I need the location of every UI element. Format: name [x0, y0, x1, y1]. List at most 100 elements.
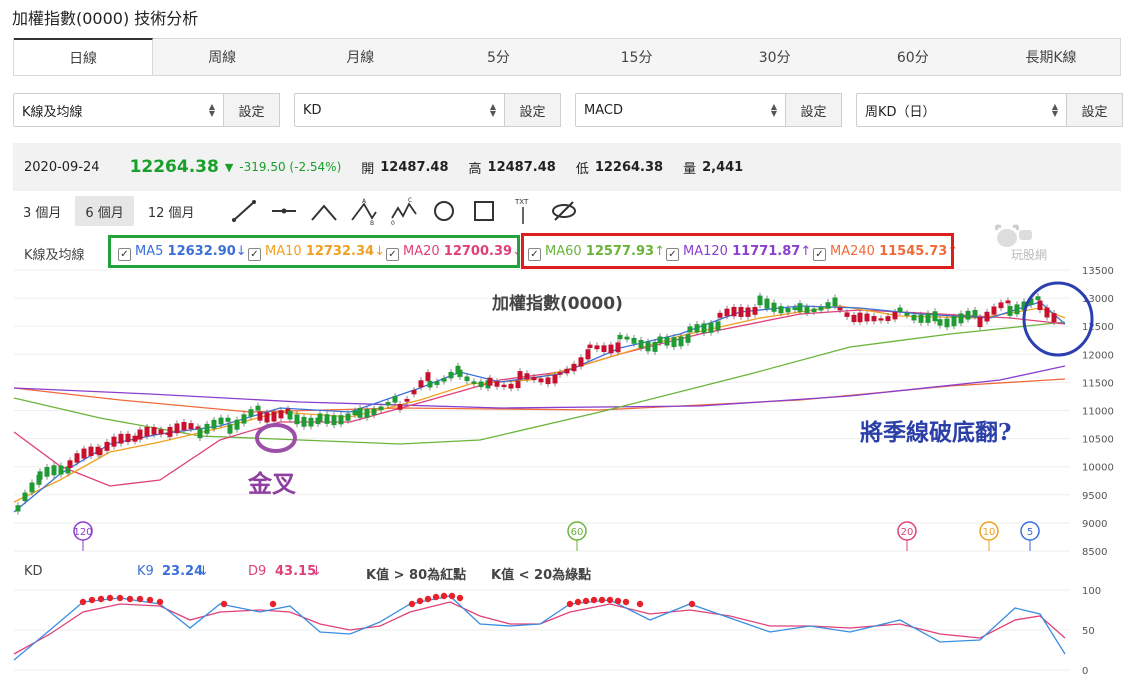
candle-body — [965, 310, 971, 320]
kd-red-dot — [156, 598, 164, 606]
tab-5min[interactable]: 5分 — [429, 39, 567, 75]
candle-body — [404, 398, 410, 402]
y-tick-label: 10000 — [1082, 463, 1114, 474]
candle-body — [308, 417, 314, 427]
candle-body — [158, 429, 164, 435]
candle-body — [441, 378, 447, 382]
down-arrow-icon: ▼ — [224, 160, 234, 174]
tab-60min[interactable]: 60分 — [844, 39, 982, 75]
settings-button-3[interactable]: 設定 — [786, 93, 842, 127]
candle-body — [167, 426, 173, 437]
y-tick-label: 12000 — [1082, 350, 1114, 361]
range-3m-button[interactable]: 3 個月 — [13, 196, 71, 226]
ma-marker-label: 10 — [983, 527, 996, 538]
angle-tool-icon[interactable] — [310, 196, 338, 226]
candle-body — [738, 306, 744, 317]
quote-info-bar: 2020-09-24 12264.38 ▼ -319.50 (-2.54%) 開… — [13, 143, 1121, 191]
candle-body — [645, 341, 651, 352]
candle-body — [904, 312, 910, 316]
low-value: 12264.38 — [594, 159, 664, 175]
candle-body — [911, 314, 917, 321]
line-tool-icon[interactable] — [230, 196, 258, 226]
candle-body — [29, 482, 35, 493]
tab-long-term[interactable]: 長期K線 — [982, 39, 1120, 75]
y-tick-label: 13500 — [1082, 266, 1114, 277]
kd-chart[interactable]: 100 50 0 — [0, 582, 1147, 687]
candle-body — [411, 389, 417, 395]
candle-body — [687, 326, 693, 333]
candle-body — [324, 414, 330, 424]
candle-body — [991, 306, 997, 315]
kd-rule-low: K值 < 20為綠點 — [491, 568, 592, 583]
candle-body — [487, 377, 493, 386]
candle-body — [545, 377, 551, 385]
candle-body — [294, 414, 300, 425]
candle-body — [717, 312, 723, 318]
kd-red-dot — [116, 594, 124, 602]
hide-icon[interactable] — [550, 196, 578, 226]
candle-body — [204, 423, 210, 434]
indicator-select-4[interactable]: 周KD（日） ▲ ▼ — [856, 93, 1067, 127]
candle-body — [977, 317, 983, 328]
candle-body — [132, 435, 138, 442]
tab-daily[interactable]: 日線 — [14, 38, 154, 75]
circle-tool-icon[interactable] — [430, 196, 458, 226]
candle-body — [448, 371, 454, 379]
candle-body — [731, 306, 737, 317]
candle-body — [331, 415, 337, 426]
tab-15min[interactable]: 15分 — [568, 39, 706, 75]
candle-body — [517, 371, 523, 380]
select-value: KD — [303, 102, 322, 118]
horizontal-line-icon[interactable] — [270, 196, 298, 226]
tab-monthly[interactable]: 月線 — [291, 39, 429, 75]
kd-red-dot — [424, 595, 432, 603]
abcd-pattern-icon[interactable]: 0C — [390, 196, 418, 226]
range-buttons: 3 個月 6 個月 12 個月 — [13, 196, 209, 226]
select-caret-icon: ▲ ▼ — [489, 102, 496, 118]
candle-body — [508, 383, 514, 389]
range-12m-button[interactable]: 12 個月 — [138, 196, 205, 226]
candle-body — [878, 318, 884, 321]
kd-red-dot — [614, 597, 622, 605]
kd-red-dot — [440, 592, 448, 600]
candle-body — [271, 411, 277, 422]
selector-group-3: MACD ▲ ▼ 設定 — [575, 93, 842, 127]
candle-body — [211, 419, 217, 429]
quote-price: 12264.38 — [129, 157, 219, 177]
kd-red-dot — [106, 594, 114, 602]
period-tabs: 日線 周線 月線 5分 15分 30分 60分 長期K線 — [13, 38, 1121, 76]
price-chart[interactable]: 1350013000125001200011500110001050010000… — [0, 262, 1147, 562]
indicator-select-1[interactable]: K線及均線 ▲ ▼ — [13, 93, 224, 127]
candle-body — [837, 307, 843, 311]
candle-body — [174, 423, 180, 434]
rectangle-tool-icon[interactable] — [470, 196, 498, 226]
candle-body — [97, 448, 103, 456]
open-value: 12487.48 — [380, 159, 449, 175]
indicator-select-2[interactable]: KD ▲ ▼ — [294, 93, 505, 127]
svg-text:B: B — [370, 220, 374, 226]
candle-body — [397, 404, 403, 410]
ma-legend-label: K線及均線 — [24, 248, 85, 263]
range-6m-button[interactable]: 6 個月 — [75, 196, 134, 226]
candle-body — [764, 298, 770, 309]
y-tick-label: 8500 — [1082, 547, 1107, 558]
k9-arrow: ↓ — [198, 564, 209, 579]
y-tick-label: 11500 — [1082, 378, 1114, 389]
candle-body — [664, 336, 670, 346]
tab-weekly[interactable]: 周線 — [153, 39, 291, 75]
settings-button-1[interactable]: 設定 — [224, 93, 280, 127]
settings-button-2[interactable]: 設定 — [505, 93, 561, 127]
candle-body — [338, 415, 344, 425]
candle-body — [778, 306, 784, 314]
abc-pattern-icon[interactable]: AB — [350, 196, 378, 226]
ma-marker-label: 60 — [571, 527, 584, 538]
candle-body — [371, 408, 377, 416]
candle-body — [608, 344, 614, 354]
candle-body — [694, 324, 700, 333]
candle-body — [1051, 313, 1057, 323]
candle-body — [797, 303, 803, 312]
text-tool-icon[interactable]: TXT — [510, 196, 538, 226]
tab-30min[interactable]: 30分 — [706, 39, 844, 75]
indicator-select-3[interactable]: MACD ▲ ▼ — [575, 93, 786, 127]
settings-button-4[interactable]: 設定 — [1067, 93, 1123, 127]
